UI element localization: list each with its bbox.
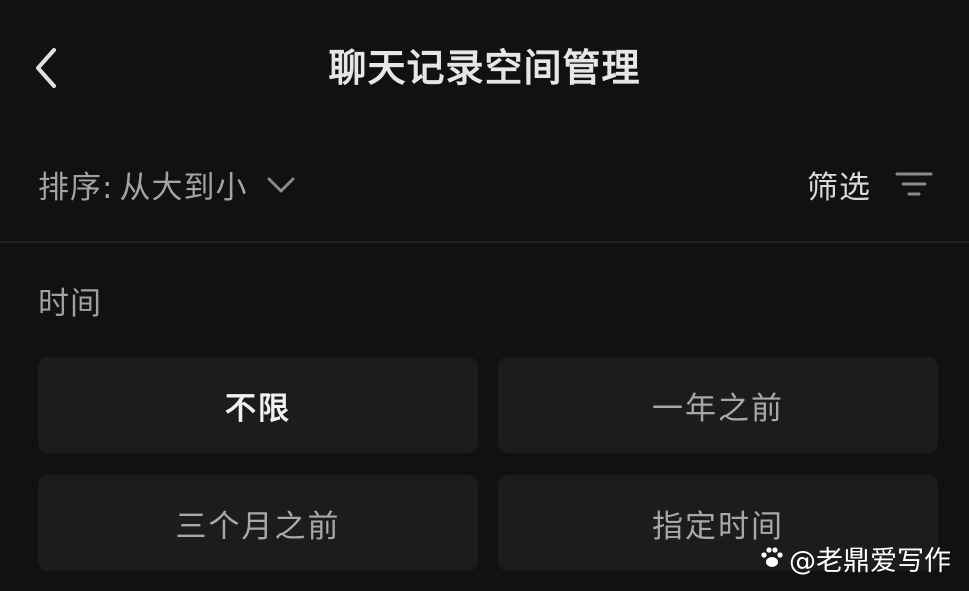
chat-storage-screen: 聊天记录空间管理 排序: 从大到小 筛选 时间 不限 一年之前 三个月之前 指定… bbox=[0, 0, 969, 591]
header: 聊天记录空间管理 bbox=[0, 0, 969, 136]
page-title: 聊天记录空间管理 bbox=[328, 46, 641, 90]
time-option-three-months-ago[interactable]: 三个月之前 bbox=[38, 475, 478, 571]
filter-icon bbox=[895, 168, 933, 200]
time-option-unlimited[interactable]: 不限 bbox=[38, 357, 478, 453]
watermark-text: @老鼎爱写作 bbox=[789, 545, 951, 577]
paw-icon bbox=[761, 547, 783, 567]
filter-label: 筛选 bbox=[807, 169, 871, 206]
sort-label: 排序: bbox=[38, 169, 114, 206]
sort-dropdown[interactable]: 排序: 从大到小 bbox=[38, 156, 297, 212]
toolbar: 排序: 从大到小 筛选 bbox=[0, 148, 969, 220]
sort-value: 从大到小 bbox=[119, 169, 248, 206]
chevron-down-icon bbox=[265, 172, 297, 196]
divider bbox=[0, 241, 969, 243]
time-section-label: 时间 bbox=[38, 286, 102, 322]
filter-button[interactable]: 筛选 bbox=[807, 156, 933, 212]
watermark: @老鼎爱写作 bbox=[759, 538, 951, 578]
time-option-one-year-ago[interactable]: 一年之前 bbox=[498, 357, 938, 453]
